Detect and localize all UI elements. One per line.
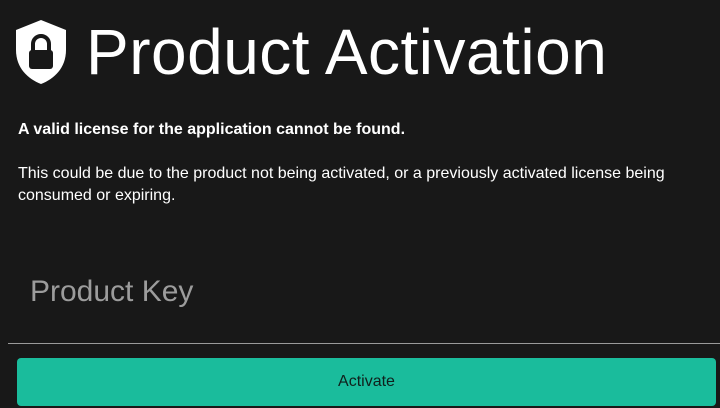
product-key-input[interactable] <box>30 268 690 316</box>
activation-page: Product Activation A valid license for t… <box>0 0 720 408</box>
license-error-detail: This could be due to the product not bei… <box>18 165 665 204</box>
activate-button[interactable]: Activate <box>17 358 716 406</box>
page-header: Product Activation <box>12 10 607 94</box>
page-title: Product Activation <box>86 16 608 88</box>
product-key-field <box>8 250 720 344</box>
license-error-headline: A valid license for the application cann… <box>18 121 406 138</box>
shield-lock-icon <box>16 20 66 84</box>
